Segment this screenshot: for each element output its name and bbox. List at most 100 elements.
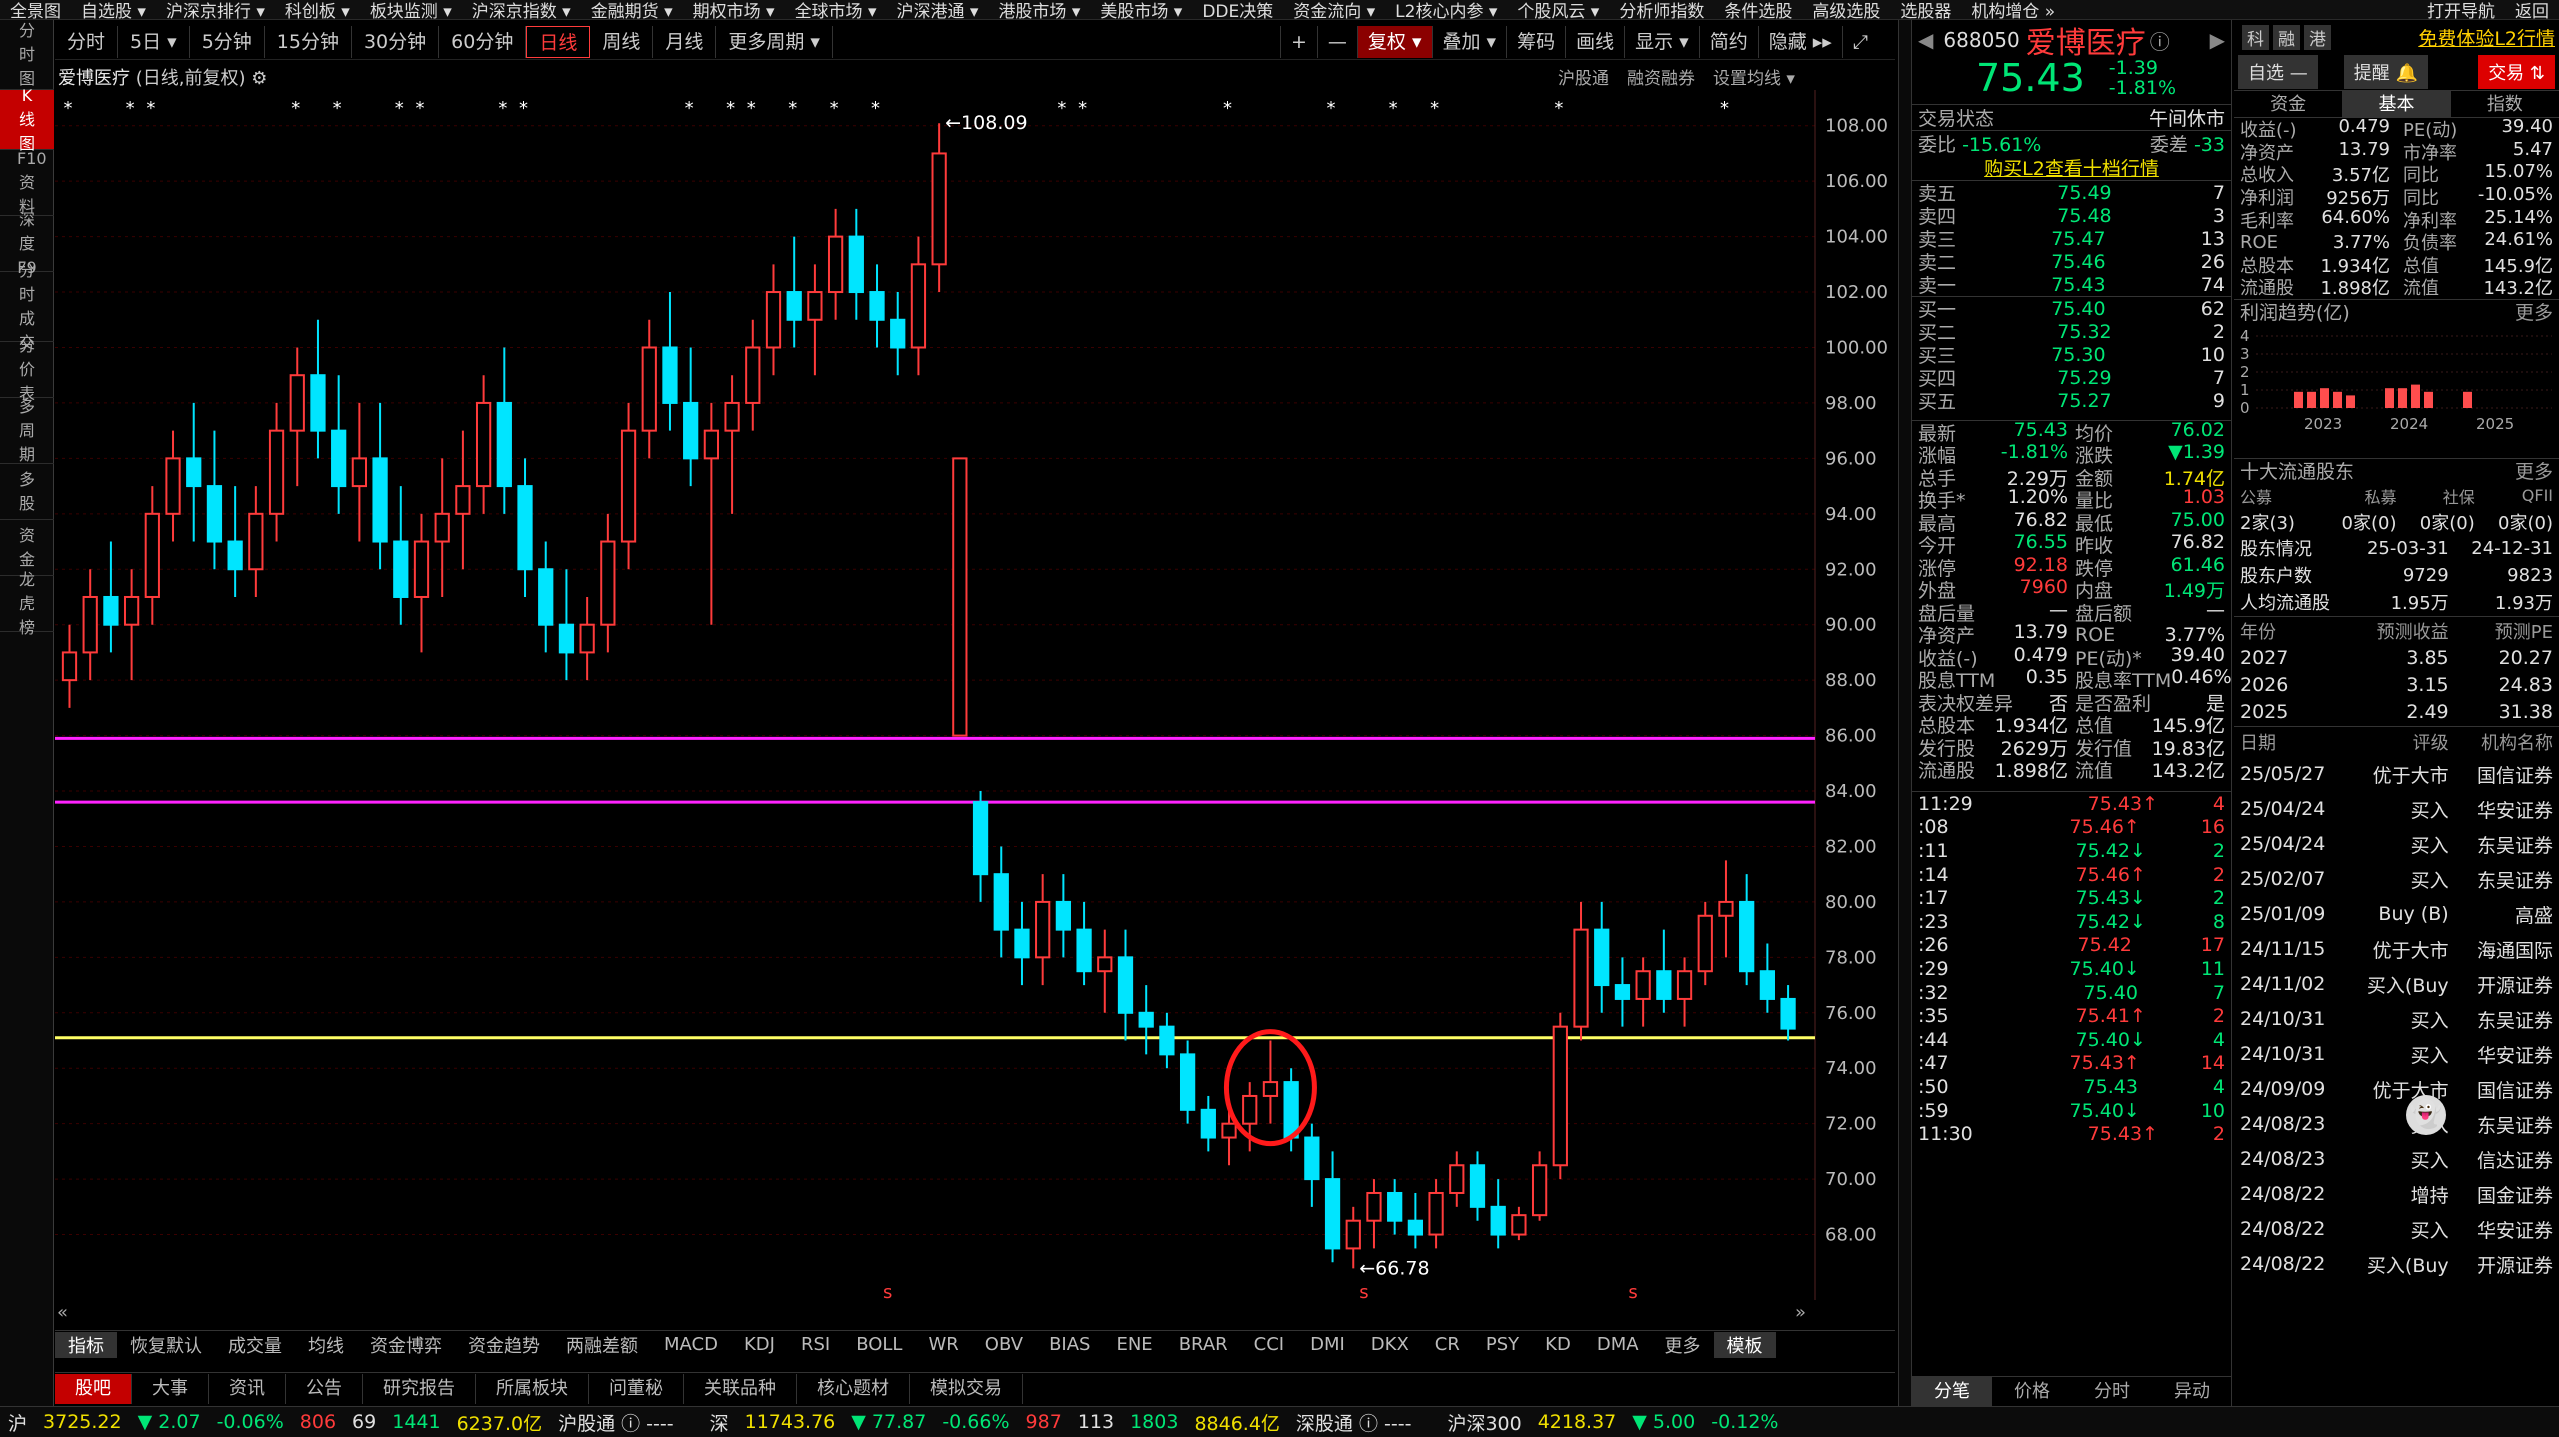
menu-item-4[interactable]: 板块监测 ▾ bbox=[360, 0, 462, 19]
main-tab-1[interactable]: 大事 bbox=[132, 1373, 209, 1404]
alert-button[interactable]: 提醒 🔔 bbox=[2343, 55, 2428, 89]
next-stock-icon[interactable]: ▶ bbox=[2210, 28, 2225, 52]
menu-item-10[interactable]: 港股市场 ▾ bbox=[988, 0, 1090, 19]
indicator-tab-8[interactable]: KDJ bbox=[731, 1334, 788, 1355]
indicator-tab-16[interactable]: CCI bbox=[1241, 1334, 1297, 1355]
indicator-tab-12[interactable]: OBV bbox=[972, 1334, 1036, 1355]
ghost-icon[interactable]: 👻 bbox=[2406, 1095, 2446, 1135]
indicator-tab-18[interactable]: DKX bbox=[1358, 1334, 1422, 1355]
scroll-left-icon[interactable]: « bbox=[57, 1302, 68, 1320]
indicator-tab-20[interactable]: PSY bbox=[1473, 1334, 1532, 1355]
fin-tab-2[interactable]: 指数 bbox=[2451, 91, 2559, 117]
event-star-icon[interactable]: * bbox=[685, 98, 694, 119]
scroll-right-icon[interactable]: » bbox=[1795, 1302, 1806, 1320]
event-star-icon[interactable]: * bbox=[1057, 98, 1066, 119]
event-star-icon[interactable]: * bbox=[291, 98, 300, 119]
chart-link-0[interactable]: 沪股通 bbox=[1558, 69, 1609, 89]
holders-more[interactable]: 更多 bbox=[2515, 457, 2553, 484]
chart-link-2[interactable]: 设置均线 ▾ bbox=[1713, 69, 1795, 89]
nav-item-5[interactable]: 分价表 bbox=[0, 336, 54, 403]
event-star-icon[interactable]: * bbox=[126, 98, 135, 119]
indicator-tab-2[interactable]: 成交量 bbox=[215, 1332, 295, 1358]
event-star-icon[interactable]: * bbox=[1430, 98, 1439, 119]
indicator-tab-23[interactable]: 更多 bbox=[1652, 1332, 1714, 1358]
period-1[interactable]: 5日 ▾ bbox=[118, 25, 190, 58]
menu-item-2[interactable]: 沪深京排行 ▾ bbox=[156, 0, 275, 19]
s-marker-icon[interactable]: s bbox=[1359, 1282, 1368, 1303]
nav-item-2[interactable]: F10资料 bbox=[0, 149, 54, 216]
main-tab-8[interactable]: 核心题材 bbox=[797, 1373, 910, 1404]
promo-link[interactable]: 免费体验L2行情 bbox=[2418, 24, 2555, 51]
period-8[interactable]: 月线 bbox=[653, 25, 717, 58]
panel-splitter[interactable] bbox=[1898, 20, 1912, 1406]
rp-tab-2[interactable]: 分时 bbox=[2072, 1377, 2152, 1406]
event-star-icon[interactable]: * bbox=[498, 98, 507, 119]
menu-item-20[interactable]: 机构增仓 » bbox=[1961, 0, 2065, 19]
fin-tab-1[interactable]: 基本 bbox=[2342, 91, 2451, 117]
indicator-tab-4[interactable]: 资金博弈 bbox=[357, 1332, 455, 1358]
indicator-tab-7[interactable]: MACD bbox=[651, 1334, 731, 1355]
nav-item-0[interactable]: 分时图 bbox=[0, 20, 54, 90]
s-marker-icon[interactable]: s bbox=[1628, 1282, 1637, 1303]
indicator-tab-9[interactable]: RSI bbox=[788, 1334, 843, 1355]
l2-link[interactable]: 购买L2查看十档行情 bbox=[1984, 154, 2159, 181]
indicator-tab-6[interactable]: 两融差额 bbox=[553, 1332, 651, 1358]
period-4[interactable]: 30分钟 bbox=[352, 25, 440, 58]
info-icon[interactable]: ⓘ bbox=[2150, 26, 2170, 55]
nav-item-7[interactable]: 多股 bbox=[0, 464, 54, 520]
chart-link-1[interactable]: 融资融券 bbox=[1627, 69, 1695, 89]
event-star-icon[interactable]: * bbox=[395, 98, 404, 119]
event-star-icon[interactable]: * bbox=[63, 98, 72, 119]
menu-item-7[interactable]: 期权市场 ▾ bbox=[683, 0, 785, 19]
main-tab-9[interactable]: 模拟交易 bbox=[910, 1373, 1023, 1404]
menu-item-18[interactable]: 高级选股 bbox=[1802, 0, 1890, 19]
main-tab-4[interactable]: 研究报告 bbox=[363, 1373, 476, 1404]
nav-item-6[interactable]: 多周期 bbox=[0, 397, 54, 464]
period-6[interactable]: 日线 bbox=[526, 25, 591, 58]
settings-gear-icon[interactable]: ⚙ bbox=[251, 68, 267, 89]
event-star-icon[interactable]: * bbox=[871, 98, 880, 119]
stock-tag-0[interactable]: 科 bbox=[2242, 24, 2269, 50]
menu-item-13[interactable]: 资金流向 ▾ bbox=[1283, 0, 1385, 19]
main-tab-7[interactable]: 关联品种 bbox=[684, 1373, 797, 1404]
menu-item-5[interactable]: 沪深京指数 ▾ bbox=[462, 0, 581, 19]
nav-item-4[interactable]: 分时成交 bbox=[0, 261, 54, 352]
period-2[interactable]: 5分钟 bbox=[190, 25, 265, 58]
stock-tag-2[interactable]: 港 bbox=[2304, 24, 2331, 50]
indicator-tab-24[interactable]: 模板 bbox=[1713, 1331, 1776, 1358]
menu-right-1[interactable]: 返回 bbox=[2505, 0, 2559, 19]
event-star-icon[interactable]: * bbox=[747, 98, 756, 119]
tool-8[interactable]: 隐藏 ▸▸ bbox=[1757, 26, 1842, 58]
menu-item-15[interactable]: 个股风云 ▾ bbox=[1507, 0, 1609, 19]
menu-item-11[interactable]: 美股市场 ▾ bbox=[1090, 0, 1192, 19]
indicator-tab-3[interactable]: 均线 bbox=[295, 1332, 357, 1358]
main-tab-6[interactable]: 问董秘 bbox=[589, 1373, 684, 1404]
event-star-icon[interactable]: * bbox=[415, 98, 424, 119]
menu-item-8[interactable]: 全球市场 ▾ bbox=[785, 0, 887, 19]
tool-5[interactable]: 画线 bbox=[1565, 26, 1624, 58]
event-star-icon[interactable]: * bbox=[1554, 98, 1563, 119]
profit-more[interactable]: 更多 bbox=[2515, 298, 2553, 325]
menu-right-0[interactable]: 打开导航 bbox=[2417, 0, 2505, 19]
indicator-tab-11[interactable]: WR bbox=[915, 1334, 971, 1355]
event-star-icon[interactable]: * bbox=[333, 98, 342, 119]
tool-0[interactable]: + bbox=[1280, 26, 1317, 58]
tool-2[interactable]: 复权 ▾ bbox=[1356, 26, 1432, 58]
menu-item-17[interactable]: 条件选股 bbox=[1714, 0, 1802, 19]
menu-item-0[interactable]: 全景图 bbox=[0, 0, 71, 19]
event-star-icon[interactable]: * bbox=[146, 98, 155, 119]
indicator-tab-10[interactable]: BOLL bbox=[843, 1334, 915, 1355]
indicator-tab-19[interactable]: CR bbox=[1422, 1334, 1473, 1355]
tool-7[interactable]: 简约 bbox=[1698, 26, 1758, 58]
indicator-tab-0[interactable]: 指标 bbox=[55, 1331, 117, 1358]
period-5[interactable]: 60分钟 bbox=[439, 25, 527, 58]
event-star-icon[interactable]: * bbox=[1327, 98, 1336, 119]
indicator-tab-14[interactable]: ENE bbox=[1103, 1334, 1165, 1355]
indicator-tab-21[interactable]: KD bbox=[1532, 1334, 1584, 1355]
event-star-icon[interactable]: * bbox=[1389, 98, 1398, 119]
tool-3[interactable]: 叠加 ▾ bbox=[1431, 26, 1507, 58]
tool-9[interactable]: ⤢ bbox=[1841, 26, 1878, 58]
stock-tag-1[interactable]: 融 bbox=[2273, 24, 2300, 50]
menu-item-12[interactable]: DDE决策 bbox=[1192, 0, 1283, 19]
tool-4[interactable]: 筹码 bbox=[1506, 26, 1565, 58]
